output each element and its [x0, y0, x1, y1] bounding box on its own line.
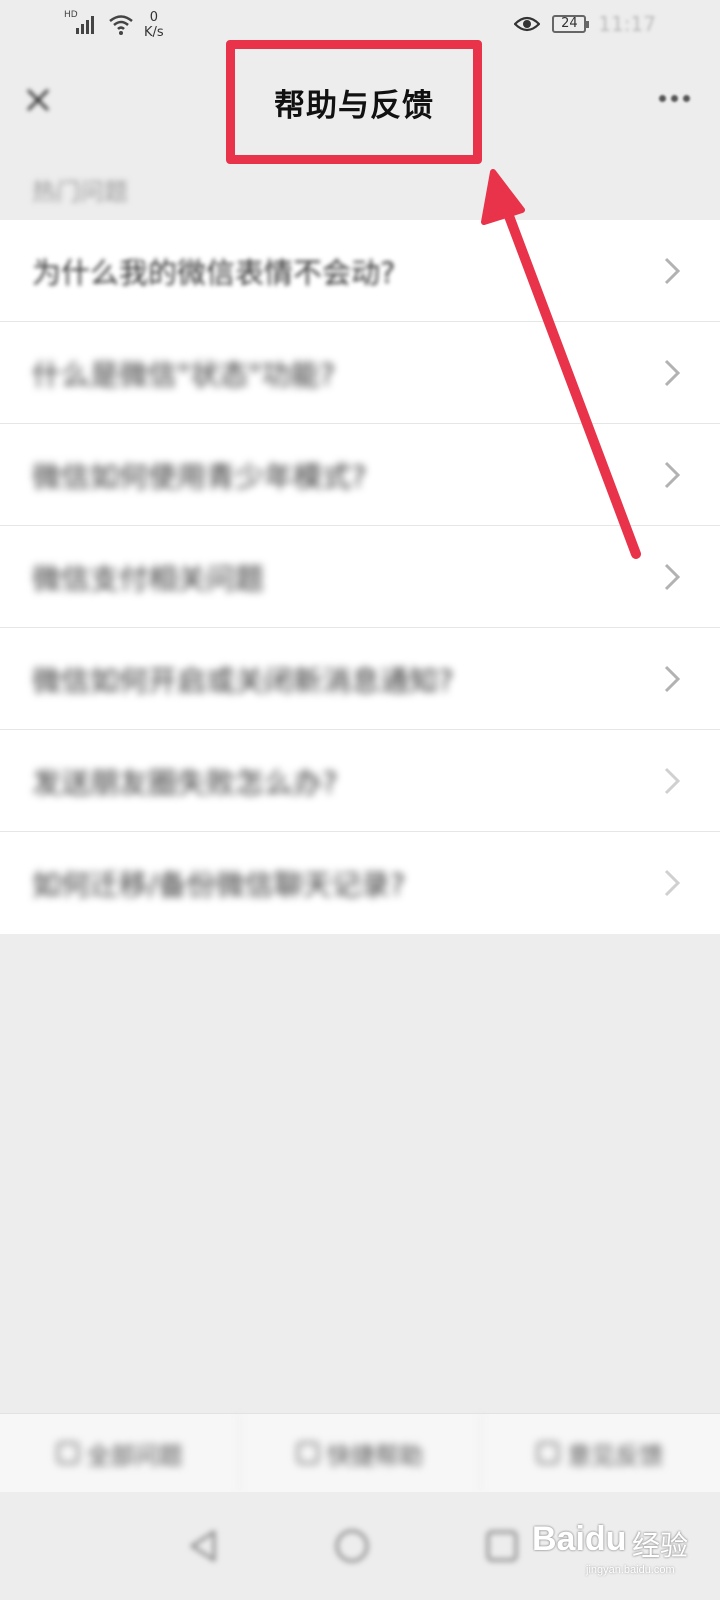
faq-question: 如何迁移/备份微信聊天记录?	[32, 868, 406, 902]
all-questions-button[interactable]: 全部问题	[0, 1414, 241, 1492]
grid-icon	[56, 1442, 79, 1464]
wifi-icon	[109, 15, 133, 35]
faq-question: 什么是微信"状态"功能?	[32, 357, 336, 392]
network-speed-value: 0	[149, 10, 158, 25]
faq-item[interactable]: 微信如何开启或关闭新消息通知?	[0, 628, 720, 730]
edit-icon	[537, 1442, 560, 1464]
bottom-item-label: 意见反馈	[567, 1441, 664, 1470]
chat-icon	[296, 1442, 319, 1464]
clock: 11:17	[598, 12, 656, 36]
bottom-item-label: 快捷帮助	[326, 1441, 423, 1470]
baidu-watermark: Baidu 经验 jingyan.baidu.com	[532, 1510, 692, 1582]
faq-item[interactable]: 发送朋友圈失败怎么办?	[0, 730, 720, 832]
feedback-button[interactable]: 意见反馈	[481, 1414, 720, 1492]
faq-item[interactable]: 什么是微信"状态"功能?	[0, 322, 720, 424]
faq-item[interactable]: 为什么我的微信表情不会动?	[0, 220, 720, 322]
battery-level: 24	[561, 16, 578, 31]
faq-question: 微信支付相关问题	[32, 561, 265, 596]
faq-list: 为什么我的微信表情不会动? 什么是微信"状态"功能? 微信如何使用青少年模式? …	[0, 220, 720, 934]
chevron-right-icon	[664, 563, 681, 591]
faq-question: 微信如何开启或关闭新消息通知?	[32, 663, 454, 698]
close-button[interactable]	[18, 80, 58, 120]
chevron-right-icon	[664, 869, 681, 897]
faq-question: 为什么我的微信表情不会动?	[32, 255, 396, 290]
faq-question: 微信如何使用青少年模式?	[32, 459, 367, 494]
chevron-right-icon	[664, 257, 681, 285]
watermark-url: jingyan.baidu.com	[586, 1564, 675, 1576]
baidu-logo: Baidu	[532, 1520, 627, 1558]
chevron-right-icon	[664, 359, 681, 387]
chevron-right-icon	[664, 767, 681, 795]
faq-item[interactable]: 如何迁移/备份微信聊天记录?	[0, 832, 720, 934]
more-dot-icon	[658, 94, 666, 102]
section-label: 热门问题	[32, 178, 128, 206]
page-title: 帮助与反馈	[274, 87, 434, 124]
network-speed: 0 K/s	[144, 10, 164, 40]
faq-question: 发送朋友圈失败怎么办?	[32, 765, 338, 800]
home-circle-icon[interactable]	[332, 1526, 372, 1566]
recents-square-icon[interactable]	[482, 1526, 522, 1566]
watermark-text: 经验	[632, 1529, 689, 1562]
quick-help-button[interactable]: 快捷帮助	[240, 1414, 481, 1492]
more-dot-icon	[682, 94, 690, 102]
close-icon	[26, 88, 50, 112]
more-options-button[interactable]	[652, 86, 696, 110]
title-highlight-box: 帮助与反馈	[226, 40, 482, 164]
cellular-signal-icon: HD	[64, 10, 98, 36]
bottom-item-label: 全部问题	[86, 1441, 183, 1470]
status-left: HD 0 K/s	[64, 10, 164, 40]
eye-comfort-icon	[514, 16, 541, 32]
back-triangle-icon[interactable]	[184, 1526, 224, 1566]
battery-icon: 24	[552, 15, 590, 33]
faq-item[interactable]: 微信支付相关问题	[0, 526, 720, 628]
network-speed-unit: K/s	[144, 25, 164, 40]
more-dot-icon	[670, 94, 678, 102]
faq-item[interactable]: 微信如何使用青少年模式?	[0, 424, 720, 526]
status-right: 24 11:17	[514, 12, 656, 36]
chevron-right-icon	[664, 665, 681, 693]
bottom-action-bar: 全部问题 快捷帮助 意见反馈	[0, 1413, 720, 1492]
chevron-right-icon	[664, 461, 681, 489]
